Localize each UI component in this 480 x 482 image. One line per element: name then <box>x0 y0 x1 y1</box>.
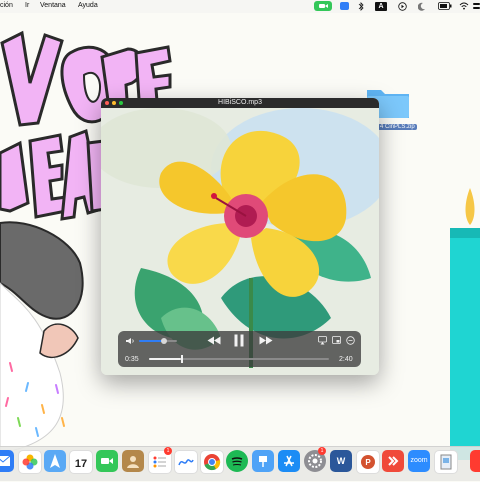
candle <box>450 188 480 460</box>
keyboard-input-icon[interactable]: A <box>375 2 387 11</box>
dock-zoom-icon[interactable]: zoom <box>408 450 430 472</box>
dock-freeform-icon[interactable] <box>174 450 198 474</box>
more-options-icon[interactable] <box>346 336 355 347</box>
progress-scrubber[interactable] <box>149 355 329 363</box>
desktop-file-label[interactable]: 4 CinPLS.zip <box>378 124 417 130</box>
dock-maps-icon[interactable] <box>44 450 66 472</box>
now-playing-icon[interactable] <box>398 2 407 14</box>
menu-item-ayuda[interactable]: Ayuda <box>78 2 98 9</box>
furry-figure <box>0 221 84 454</box>
focus-moon-icon[interactable] <box>417 2 426 14</box>
window-title: HIBiSCO.mp3 <box>218 99 262 106</box>
window-titlebar[interactable]: HIBiSCO.mp3 <box>101 98 379 108</box>
menu-item-ir[interactable]: Ir <box>25 2 29 9</box>
music-player-window[interactable]: HIBiSCO.mp3 0:35 2:40 <box>101 98 379 375</box>
menu-item-ventana[interactable]: Ventana <box>40 2 66 9</box>
dock-chrome-icon[interactable] <box>200 450 224 474</box>
settings-badge: 1 <box>318 447 326 455</box>
control-center-icon[interactable] <box>473 2 480 13</box>
dock-facetime-icon[interactable] <box>96 450 118 472</box>
dock-preview-icon[interactable] <box>434 450 458 474</box>
menu-bar: ción Ir Ventana Ayuda A <box>0 0 480 13</box>
dock-partial-app-icon[interactable] <box>470 450 480 472</box>
minimize-window-button[interactable] <box>112 101 116 105</box>
bluetooth-icon[interactable] <box>358 2 364 14</box>
playback-controls-panel: 0:35 2:40 <box>118 331 361 367</box>
wifi-icon[interactable] <box>459 2 469 13</box>
dock-contacts-icon[interactable] <box>122 450 144 472</box>
dock-keynote-icon[interactable] <box>252 450 274 472</box>
airplay-icon[interactable] <box>318 336 327 347</box>
pause-button[interactable] <box>233 334 245 349</box>
remaining-time: 2:40 <box>339 356 353 363</box>
zoom-window-button[interactable] <box>119 101 123 105</box>
volume-slider-fill <box>139 340 164 342</box>
dock-anydesk-icon[interactable] <box>382 450 404 472</box>
elapsed-time: 0:35 <box>125 356 139 363</box>
dock-mail-icon[interactable] <box>0 450 14 472</box>
dock-word-icon[interactable]: W <box>330 450 352 472</box>
volume-slider-knob[interactable] <box>161 338 167 344</box>
volume-slider[interactable] <box>139 338 177 344</box>
close-window-button[interactable] <box>105 101 109 105</box>
reminders-badge: 1 <box>164 447 172 455</box>
dock-spotify-icon[interactable] <box>226 450 248 472</box>
facetime-tray-icon[interactable] <box>314 1 332 11</box>
dock-app-store-icon[interactable] <box>278 450 300 472</box>
progress-scrubber-fill <box>149 358 182 360</box>
zoom-tray-icon[interactable] <box>340 2 349 10</box>
svg-text:P: P <box>365 458 371 467</box>
fast-forward-button[interactable] <box>259 336 273 347</box>
picture-in-picture-icon[interactable] <box>332 336 341 347</box>
dock-powerpoint-icon[interactable]: P <box>356 450 380 474</box>
menu-item-edicion[interactable]: ción <box>0 2 13 9</box>
dock-calendar-icon[interactable]: 17 <box>69 450 93 474</box>
progress-playhead[interactable] <box>181 355 183 363</box>
rewind-button[interactable] <box>207 336 221 347</box>
volume-icon[interactable] <box>125 337 135 347</box>
dock-photos-icon[interactable] <box>18 450 42 474</box>
battery-icon[interactable] <box>438 2 452 13</box>
